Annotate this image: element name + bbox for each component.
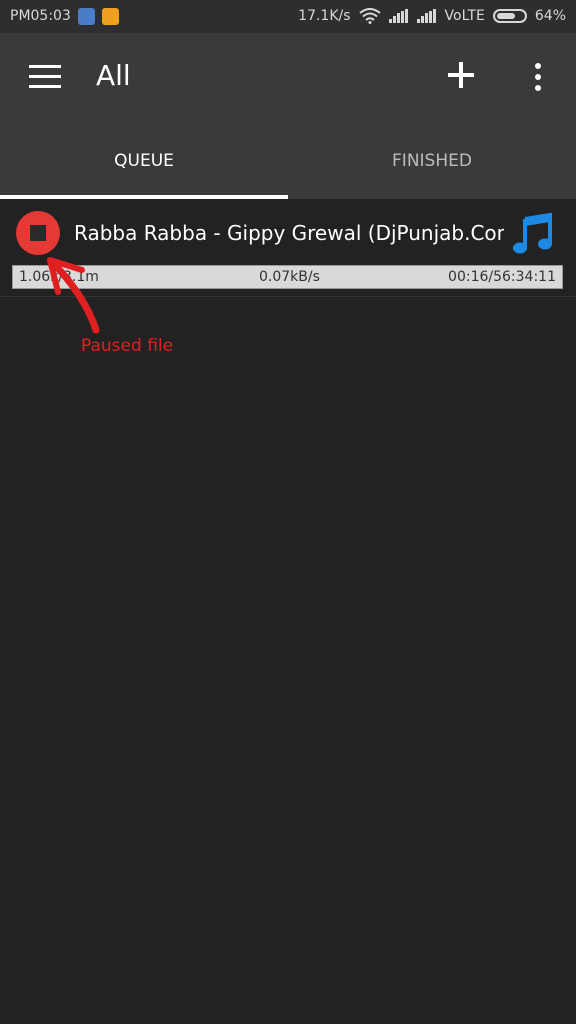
annotation-label: Paused file bbox=[81, 336, 174, 356]
download-row[interactable]: Rabba Rabba - Gippy Grewal (DjPunjab.Com… bbox=[0, 199, 576, 297]
download-speed: 0.07kB/s bbox=[259, 269, 320, 285]
status-time: PM05:03 bbox=[10, 8, 71, 24]
battery-icon bbox=[492, 9, 527, 23]
wifi-icon bbox=[358, 8, 381, 24]
stop-icon bbox=[30, 225, 46, 241]
toolbar: All bbox=[0, 33, 576, 123]
status-bar: PM05:03 17.1K/s VoLTE 64% bbox=[0, 0, 576, 33]
stop-button[interactable] bbox=[16, 211, 60, 255]
more-options-icon[interactable] bbox=[530, 63, 546, 93]
signal-icon bbox=[388, 9, 409, 23]
net-speed: 17.1K/s bbox=[298, 8, 351, 24]
tab-queue[interactable]: QUEUE bbox=[0, 123, 288, 199]
hamburger-icon[interactable] bbox=[29, 65, 61, 89]
progress-bar: 1.06k/3.1m 0.07kB/s 00:16/56:34:11 bbox=[12, 265, 563, 289]
tab-bar: QUEUE FINISHED bbox=[0, 123, 576, 199]
signal-icon-2 bbox=[416, 9, 437, 23]
add-download-button[interactable] bbox=[444, 58, 478, 92]
tab-finished[interactable]: FINISHED bbox=[288, 123, 576, 199]
download-time: 00:16/56:34:11 bbox=[448, 269, 556, 285]
battery-percent: 64% bbox=[534, 8, 566, 24]
page-title: All bbox=[96, 59, 131, 92]
message-app-icon bbox=[102, 8, 119, 25]
download-size: 1.06k/3.1m bbox=[19, 269, 99, 285]
music-note-icon bbox=[513, 212, 552, 254]
file-name: Rabba Rabba - Gippy Grewal (DjPunjab.Com… bbox=[74, 221, 504, 245]
network-type: VoLTE bbox=[444, 8, 485, 24]
download-app-icon bbox=[78, 8, 95, 25]
status-right: 17.1K/s VoLTE 64% bbox=[298, 8, 566, 24]
